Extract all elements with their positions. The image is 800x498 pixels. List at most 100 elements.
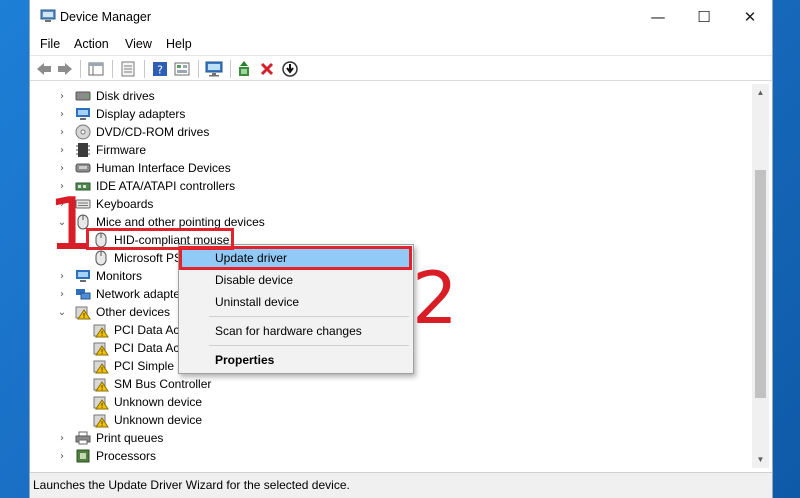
tree-item-label: Unknown device <box>114 413 203 427</box>
tree-item-label: Disk drives <box>96 89 155 103</box>
menu-item-uninstall-device[interactable]: Uninstall device <box>181 291 411 313</box>
tree-item-human-interface-devices[interactable]: › Human Interface Devices <box>57 159 231 177</box>
warning-icon: ! <box>75 304 91 320</box>
close-button[interactable]: ✕ <box>727 0 773 34</box>
chevron-right-icon[interactable]: › <box>57 433 67 444</box>
chevron-right-icon[interactable]: › <box>57 145 67 156</box>
tree-item-dvd-cd-rom-drives[interactable]: › DVD/CD-ROM drives <box>57 123 209 141</box>
scan-icon[interactable] <box>172 59 192 79</box>
svg-text:!: ! <box>83 312 86 320</box>
tree-item-sm-bus-controller[interactable]: ! SM Bus Controller <box>93 375 211 393</box>
svg-text:!: ! <box>101 384 104 392</box>
tree-item-label: Processors <box>96 449 157 463</box>
chevron-right-icon[interactable]: › <box>57 91 67 102</box>
update-driver-icon[interactable] <box>234 59 254 79</box>
tree-item-processors[interactable]: › Processors <box>57 447 156 465</box>
window-title: Device Manager <box>60 10 152 24</box>
chevron-right-icon[interactable]: › <box>57 289 67 300</box>
tree-item-print-queues[interactable]: › Print queues <box>57 429 163 447</box>
properties-icon[interactable] <box>118 59 138 79</box>
tree-item-unknown-device[interactable]: ! Unknown device <box>93 411 202 429</box>
processor-icon <box>75 448 91 464</box>
scroll-up-icon[interactable]: ▲ <box>752 84 769 101</box>
warning-icon: ! <box>93 358 109 374</box>
chevron-right-icon[interactable]: › <box>57 109 67 120</box>
tree-item-network-adapters[interactable]: › Network adapter <box>57 285 184 303</box>
hid-icon <box>75 160 91 176</box>
tree-item-monitors[interactable]: › Monitors <box>57 267 142 285</box>
back-icon[interactable] <box>34 59 54 79</box>
menu-divider <box>209 345 409 346</box>
warning-icon: ! <box>93 322 109 338</box>
vertical-scrollbar[interactable]: ▲ ▼ <box>752 84 769 468</box>
tree-item-disk-drives[interactable]: › Disk drives <box>57 87 155 105</box>
tree-item-label: Human Interface Devices <box>96 161 231 175</box>
tree-item-label: PCI Simple C <box>114 359 187 373</box>
toolbar: ? <box>30 55 772 81</box>
monitor-icon <box>75 268 91 284</box>
help-icon[interactable]: ? <box>150 59 170 79</box>
svg-text:!: ! <box>101 366 104 374</box>
scroll-thumb[interactable] <box>755 170 766 398</box>
warning-icon: ! <box>93 376 109 392</box>
tree-item-firmware[interactable]: › Firmware <box>57 141 146 159</box>
menu-help[interactable]: Help <box>166 37 192 51</box>
tree-item-label: IDE ATA/ATAPI controllers <box>96 179 236 193</box>
menu-item-properties[interactable]: Properties <box>181 349 411 371</box>
forward-icon[interactable] <box>55 59 75 79</box>
tree-item-other-devices[interactable]: ⌄ ! Other devices <box>57 303 170 321</box>
tree-item-label: Print queues <box>96 431 164 445</box>
step-number-1: 1 <box>48 182 94 266</box>
highlight-box-update-driver <box>179 246 412 270</box>
chevron-right-icon[interactable]: › <box>57 163 67 174</box>
menu-view[interactable]: View <box>125 37 152 51</box>
minimize-button[interactable]: — <box>635 0 681 34</box>
menu-action[interactable]: Action <box>74 37 109 51</box>
tree-item-label: PCI Data Acc <box>114 323 186 337</box>
menu-item-disable-device[interactable]: Disable device <box>181 269 411 291</box>
tree-item-label: Microsoft PS <box>114 251 183 265</box>
tree-item-unknown-device[interactable]: ! Unknown device <box>93 393 202 411</box>
monitor-icon[interactable] <box>204 59 224 79</box>
disk-icon <box>75 88 91 104</box>
tree-item-label: Firmware <box>96 143 146 157</box>
svg-text:!: ! <box>101 402 104 410</box>
tree-item-pci-data-acc[interactable]: ! PCI Data Acc <box>93 339 185 357</box>
network-icon <box>75 286 91 302</box>
tree-item-label: SM Bus Controller <box>114 377 212 391</box>
title-bar[interactable]: Device Manager — ☐ ✕ <box>30 0 772 34</box>
show-hide-icon[interactable] <box>86 59 106 79</box>
tree-item-pci-simple-c[interactable]: ! PCI Simple C <box>93 357 186 375</box>
warning-icon: ! <box>93 412 109 428</box>
disable-icon[interactable] <box>280 59 300 79</box>
menu-divider <box>209 316 409 317</box>
warning-icon: ! <box>93 340 109 356</box>
menu-file[interactable]: File <box>40 37 60 51</box>
chevron-right-icon[interactable]: › <box>57 127 67 138</box>
menu-bar: File Action View Help <box>30 34 772 54</box>
device-manager-icon <box>40 9 56 23</box>
tree-item-label: Monitors <box>96 269 143 283</box>
tree-item-label: Other devices <box>96 305 171 319</box>
mouse-icon <box>93 250 109 266</box>
step-number-2: 2 <box>412 256 458 340</box>
tree-item-label: Mice and other pointing devices <box>96 215 265 229</box>
uninstall-icon[interactable] <box>257 59 277 79</box>
tree-item-display-adapters[interactable]: › Display adapters <box>57 105 185 123</box>
printer-icon <box>75 430 91 446</box>
tree-item-microsoft-ps[interactable]: Microsoft PS <box>93 249 182 267</box>
warning-icon: ! <box>93 394 109 410</box>
svg-text:!: ! <box>101 348 104 356</box>
tree-item-label: Display adapters <box>96 107 186 121</box>
tree-item-pci-data-acc[interactable]: ! PCI Data Acc <box>93 321 185 339</box>
tree-item-label: PCI Data Acc <box>114 341 186 355</box>
chevron-down-icon[interactable]: ⌄ <box>57 307 67 318</box>
menu-item-scan-hardware[interactable]: Scan for hardware changes <box>181 320 411 342</box>
tree-item-label: Network adapter <box>96 287 185 301</box>
tree-item-label: Unknown device <box>114 395 203 409</box>
chevron-right-icon[interactable]: › <box>57 271 67 282</box>
maximize-button[interactable]: ☐ <box>681 0 727 34</box>
chevron-right-icon[interactable]: › <box>57 451 67 462</box>
scroll-down-icon[interactable]: ▼ <box>752 451 769 468</box>
firmware-icon <box>75 142 91 158</box>
